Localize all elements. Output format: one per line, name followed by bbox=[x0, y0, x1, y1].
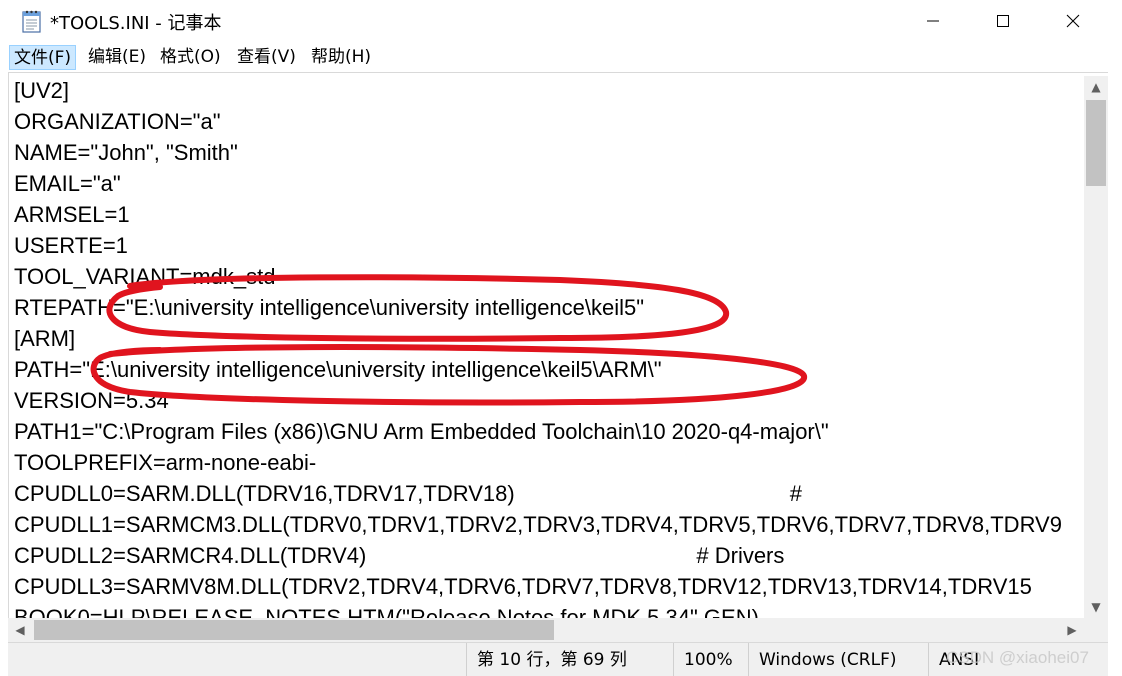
window-title: *TOOLS.INI - 记事本 bbox=[50, 13, 222, 34]
editor-text[interactable]: [UV2] ORGANIZATION="a" NAME="John", "Smi… bbox=[14, 75, 1084, 618]
scroll-up-icon[interactable]: ▲ bbox=[1084, 76, 1108, 98]
watermark: CSDN @xiaohei07 bbox=[946, 648, 1089, 667]
maximize-button[interactable] bbox=[968, 0, 1038, 42]
close-button[interactable] bbox=[1038, 0, 1108, 42]
text-line: CPUDLL1=SARMCM3.DLL(TDRV0,TDRV1,TDRV2,TD… bbox=[14, 512, 1062, 537]
menu-view[interactable]: 查看(V) bbox=[233, 45, 300, 70]
status-bar: 第 10 行，第 69 列 100% Windows (CRLF) ANSI bbox=[8, 642, 1108, 676]
scroll-down-icon[interactable]: ▼ bbox=[1084, 596, 1108, 618]
vertical-scrollbar[interactable]: ▲ ▼ bbox=[1084, 76, 1108, 618]
menu-edit[interactable]: 编辑(E) bbox=[84, 45, 150, 70]
text-line: ARMSEL=1 bbox=[14, 202, 130, 227]
text-editor[interactable]: [UV2] ORGANIZATION="a" NAME="John", "Smi… bbox=[8, 72, 1108, 618]
text-line: PATH="E:\university intelligence\univers… bbox=[14, 357, 662, 382]
minimize-icon bbox=[927, 20, 939, 22]
line-ending: Windows (CRLF) bbox=[748, 643, 926, 676]
vertical-scroll-thumb[interactable] bbox=[1086, 100, 1106, 186]
scroll-left-icon[interactable]: ◀ bbox=[8, 618, 32, 642]
text-line: NAME="John", "Smith" bbox=[14, 140, 238, 165]
text-line: USERTE=1 bbox=[14, 233, 128, 258]
scrollbar-corner bbox=[1084, 618, 1108, 642]
text-line: [UV2] bbox=[14, 78, 70, 103]
text-line: BOOK0=HLP\RELEASE_NOTES.HTM("Release Not… bbox=[14, 605, 759, 618]
text-line: RTEPATH="E:\university intelligence\univ… bbox=[14, 295, 645, 320]
text-line: EMAIL="a" bbox=[14, 171, 121, 196]
menu-format[interactable]: 格式(O) bbox=[156, 45, 225, 70]
menu-bar: 文件(F) 编辑(E) 格式(O) 查看(V) 帮助(H) bbox=[0, 42, 1110, 72]
text-line: ORGANIZATION="a" bbox=[14, 109, 221, 134]
text-line: TOOLPREFIX=arm-none-eabi- bbox=[14, 450, 317, 475]
text-line: VERSION=5.34 bbox=[14, 388, 169, 413]
menu-help[interactable]: 帮助(H) bbox=[307, 45, 375, 70]
minimize-button[interactable] bbox=[898, 0, 968, 42]
horizontal-scrollbar[interactable]: ◀ ▶ bbox=[8, 618, 1084, 642]
text-line: CPUDLL0=SARM.DLL(TDRV16,TDRV17,TDRV18) # bbox=[14, 481, 802, 506]
text-line: [ARM] bbox=[14, 326, 76, 351]
window-edge bbox=[1110, 0, 1122, 676]
scroll-right-icon[interactable]: ▶ bbox=[1060, 618, 1084, 642]
maximize-icon bbox=[997, 15, 1009, 27]
menu-file[interactable]: 文件(F) bbox=[9, 45, 77, 70]
text-line: CPUDLL3=SARMV8M.DLL(TDRV2,TDRV4,TDRV6,TD… bbox=[14, 574, 1032, 599]
zoom-level: 100% bbox=[673, 643, 745, 676]
title-bar: *TOOLS.INI - 记事本 bbox=[0, 0, 1110, 42]
horizontal-scroll-thumb[interactable] bbox=[34, 620, 554, 640]
text-line: PATH1="C:\Program Files (x86)\GNU Arm Em… bbox=[14, 419, 829, 444]
text-line: CPUDLL2=SARMCR4.DLL(TDRV4) # Drivers bbox=[14, 543, 785, 568]
notepad-icon bbox=[22, 9, 42, 33]
close-icon bbox=[1066, 14, 1080, 28]
cursor-position: 第 10 行，第 69 列 bbox=[466, 643, 664, 676]
text-line: TOOL_VARIANT=mdk_std bbox=[14, 264, 276, 289]
